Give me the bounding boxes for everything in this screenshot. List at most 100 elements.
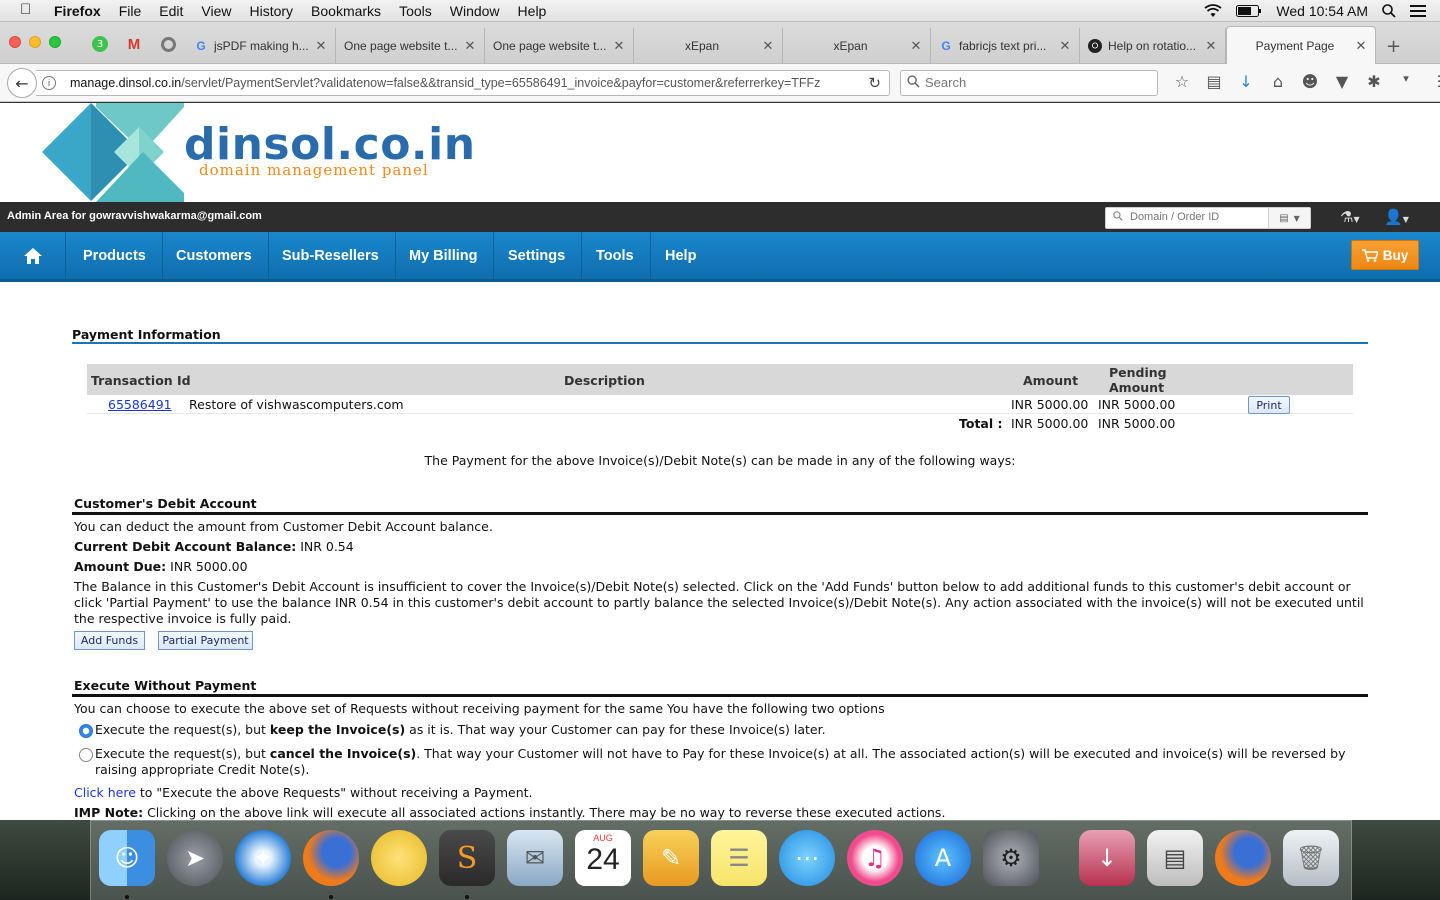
tab-jspdf[interactable]: G jsPDF making h... ✕: [186, 28, 336, 64]
calendar-icon[interactable]: AUG 24: [575, 830, 631, 886]
menu-help[interactable]: Help: [518, 3, 547, 19]
reload-icon[interactable]: ↻: [868, 74, 881, 92]
menu-window[interactable]: Window: [450, 3, 500, 19]
opt1-post: as it is. That way your Customer can pay…: [405, 722, 826, 737]
tab-title: Payment Page: [1255, 39, 1335, 53]
search-type-dropdown[interactable]: ▤ ▼: [1268, 208, 1310, 228]
menu-view[interactable]: View: [201, 3, 231, 19]
tab-close-icon[interactable]: ✕: [910, 38, 922, 54]
menu-app-name[interactable]: Firefox: [54, 3, 101, 19]
pocket-icon[interactable]: ▼: [1326, 72, 1358, 91]
notes-bubbles-app-icon[interactable]: [371, 830, 427, 886]
extension-icon[interactable]: ✱: [1358, 72, 1390, 91]
pinned-tab-chrome[interactable]: [158, 34, 178, 54]
safari-icon[interactable]: ✦: [235, 830, 291, 886]
tab-close-icon[interactable]: ✕: [613, 38, 625, 54]
window-minimize-button[interactable]: [29, 36, 41, 48]
url-bar[interactable]: i manage.dinsol.co.in/servlet/PaymentSer…: [36, 70, 890, 96]
print-button[interactable]: Print: [1248, 396, 1290, 414]
nav-home-button[interactable]: [0, 232, 66, 279]
main-navigation: Products Customers Sub-Resellers My Bill…: [0, 232, 1440, 282]
wifi-icon[interactable]: [1204, 4, 1222, 18]
finder-icon[interactable]: ☺: [99, 830, 155, 886]
tab-close-icon[interactable]: ✕: [1355, 38, 1367, 54]
keep-invoice-radio[interactable]: [79, 724, 93, 738]
pages-icon[interactable]: ✎: [643, 830, 699, 886]
app-store-icon[interactable]: A: [915, 830, 971, 886]
tab-title: xEpan: [833, 39, 868, 53]
buy-button[interactable]: Buy: [1351, 240, 1419, 270]
nav-my-billing[interactable]: My Billing: [393, 232, 495, 279]
notes-icon[interactable]: ☰: [711, 830, 767, 886]
cart-support-icon[interactable]: ⚗▼: [1340, 208, 1360, 226]
url-text[interactable]: manage.dinsol.co.in/servlet/PaymentServl…: [70, 76, 860, 90]
menu-bookmarks[interactable]: Bookmarks: [311, 3, 381, 19]
domain-order-search-input[interactable]: [1130, 211, 1265, 223]
add-funds-button[interactable]: Add Funds: [74, 631, 145, 650]
window-close-button[interactable]: [9, 36, 21, 48]
battery-icon[interactable]: [1236, 5, 1262, 17]
firefox-download-icon[interactable]: [1215, 830, 1271, 886]
tab-close-icon[interactable]: ✕: [1205, 38, 1217, 54]
pinned-tab-gmail[interactable]: M: [124, 34, 144, 54]
launchpad-icon[interactable]: ➤: [167, 830, 223, 886]
menubar-clock[interactable]: Wed 10:54 AM: [1276, 3, 1368, 19]
menu-tools[interactable]: Tools: [399, 3, 432, 19]
site-logo[interactable]: dinsol.co.in domain management panel: [42, 103, 502, 202]
tab-xepan-1[interactable]: xEpan ✕: [634, 28, 783, 64]
new-tab-plus-icon[interactable]: +: [1386, 36, 1401, 57]
transaction-id-link[interactable]: 65586491: [108, 397, 172, 412]
documents-stack-icon[interactable]: ▤: [1147, 830, 1203, 886]
nav-products[interactable]: Products: [67, 232, 163, 279]
tab-close-icon[interactable]: ✕: [762, 38, 774, 54]
nav-settings[interactable]: Settings: [492, 232, 583, 279]
firefox-icon[interactable]: [303, 830, 359, 886]
bookmark-star-icon[interactable]: ☆: [1166, 72, 1198, 91]
sublime-text-icon[interactable]: S: [439, 830, 495, 886]
search-icon: [907, 75, 920, 91]
tab-help-on-rotation[interactable]: Help on rotatio... ✕: [1080, 28, 1226, 64]
apple-menu-icon[interactable]: : [20, 1, 31, 18]
tab-one-page-website-2[interactable]: One page website t... ✕: [485, 28, 634, 64]
cancel-invoice-radio[interactable]: [79, 748, 93, 762]
reading-list-icon[interactable]: ▤: [1198, 72, 1230, 91]
tab-payment-page[interactable]: Payment Page ✕: [1226, 26, 1376, 65]
trash-icon[interactable]: 🗑: [1283, 830, 1339, 886]
tab-close-icon[interactable]: ✕: [315, 38, 327, 54]
hamburger-menu-icon[interactable]: ☰: [1428, 72, 1440, 91]
browser-search-box[interactable]: [900, 70, 1158, 96]
spotlight-search-icon[interactable]: [1382, 4, 1396, 18]
itunes-icon[interactable]: ♫: [847, 830, 903, 886]
tab-close-icon[interactable]: ✕: [1059, 38, 1071, 54]
hello-chat-icon[interactable]: ☻: [1294, 72, 1326, 91]
nav-help[interactable]: Help: [649, 232, 712, 279]
downloads-arrow-icon[interactable]: ↓: [1230, 72, 1262, 91]
messages-icon[interactable]: ⋯: [779, 830, 835, 886]
tab-one-page-website-1[interactable]: One page website t... ✕: [336, 28, 485, 64]
overflow-chevron-icon[interactable]: ▾: [1390, 72, 1422, 91]
execute-click-here-link[interactable]: Click here: [74, 785, 136, 800]
tab-close-icon[interactable]: ✕: [464, 38, 476, 54]
menu-file[interactable]: File: [119, 3, 142, 19]
notification-center-icon[interactable]: [1410, 5, 1426, 17]
nav-customers[interactable]: Customers: [160, 232, 269, 279]
pinned-tab-whatsapp[interactable]: 3: [90, 34, 110, 54]
tab-fabricjs[interactable]: G fabricjs text pri... ✕: [931, 28, 1080, 64]
tab-xepan-2[interactable]: xEpan ✕: [783, 28, 931, 64]
system-preferences-icon[interactable]: ⚙: [983, 830, 1039, 886]
window-zoom-button[interactable]: [49, 36, 61, 48]
menu-edit[interactable]: Edit: [159, 3, 183, 19]
nav-tools[interactable]: Tools: [580, 232, 651, 279]
browser-search-input[interactable]: [925, 75, 1145, 90]
domain-order-search[interactable]: ▤ ▼: [1105, 207, 1311, 229]
nav-sub-resellers[interactable]: Sub-Resellers: [266, 232, 396, 279]
site-info-icon[interactable]: i: [42, 76, 56, 90]
home-icon[interactable]: ⌂: [1262, 72, 1294, 91]
mail-stamp-icon[interactable]: ✉: [507, 830, 563, 886]
site-tagline: domain management panel: [199, 161, 429, 179]
downloads-stack-icon[interactable]: ↓: [1079, 830, 1135, 886]
user-account-icon[interactable]: 👤▼: [1384, 208, 1409, 226]
back-button[interactable]: ←: [7, 68, 37, 98]
menu-history[interactable]: History: [249, 3, 293, 19]
partial-payment-button[interactable]: Partial Payment: [158, 631, 253, 650]
